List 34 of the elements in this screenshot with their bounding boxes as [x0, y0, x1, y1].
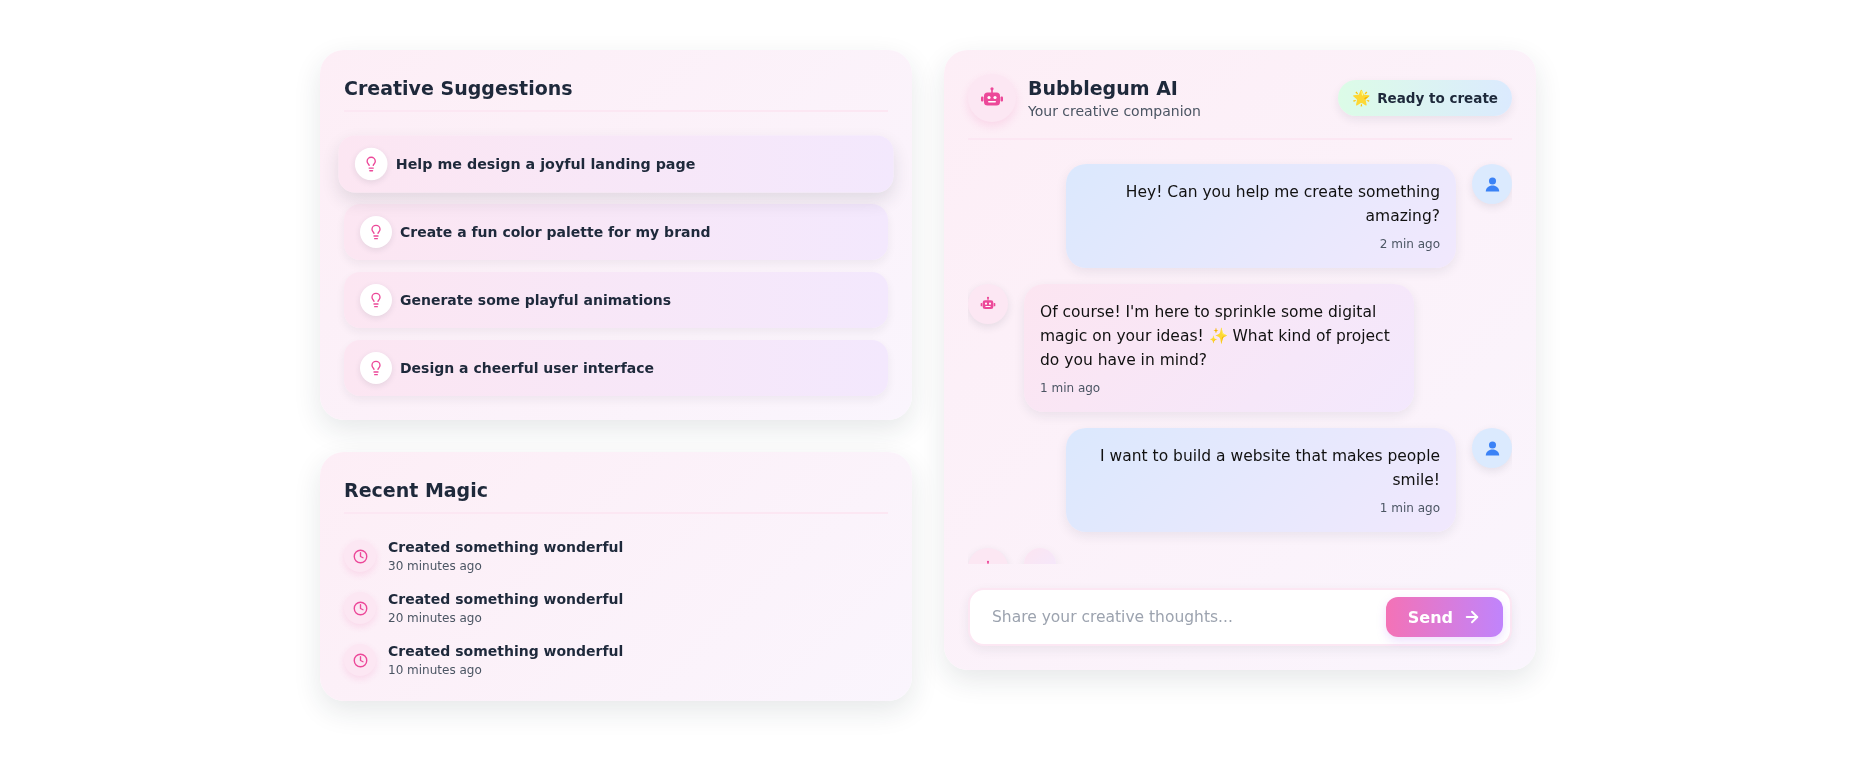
user-icon	[1472, 164, 1512, 204]
chat-subtitle: Your creative companion	[1028, 102, 1201, 121]
message-time: 1 min ago	[1040, 380, 1102, 396]
lightbulb-icon	[354, 147, 388, 181]
message-time: 2 min ago	[1378, 236, 1440, 252]
message-time: 1 min ago	[1378, 500, 1440, 516]
status-label: Ready to create	[1377, 89, 1498, 108]
lightbulb-icon	[360, 284, 392, 316]
message-text: Of course! I'm here to sprinkle some digital magic on your ideas! ✨ What kind of project do you have in mind?	[1040, 302, 1391, 371]
activity-time: 10 minutes ago	[388, 662, 483, 679]
robot-icon	[968, 74, 1016, 122]
activity-title: Created something wonderful	[388, 642, 624, 661]
suggestion-chip[interactable]: Create a fun color palette for my brand	[344, 204, 888, 260]
message-text: Hey! Can you help me create something amazing?	[1124, 182, 1440, 227]
activity-time: 20 minutes ago	[388, 610, 483, 627]
activity-time: 30 minutes ago	[388, 558, 483, 575]
activity-title: Created something wonderful	[388, 538, 624, 557]
lightbulb-icon	[360, 352, 392, 384]
activity-title: Created something wonderful	[388, 590, 624, 609]
user-icon	[1472, 428, 1512, 468]
star-icon: 🌟	[1352, 88, 1372, 108]
message-text: I want to build a website that makes people smile!	[1099, 446, 1440, 491]
suggestion-chip[interactable]: Design a cheerful user interface	[344, 340, 888, 396]
suggestion-chip[interactable]: Generate some playful animations	[344, 272, 888, 328]
panel-title: Recent Magic	[344, 478, 489, 503]
clock-icon	[344, 592, 376, 624]
robot-icon	[968, 284, 1008, 324]
clock-icon	[344, 540, 376, 572]
chat-title: Bubblegum AI	[1028, 76, 1179, 101]
suggestion-chip[interactable]: Help me design a joyful landing page	[338, 135, 894, 193]
lightbulb-icon	[360, 216, 392, 248]
clock-icon	[344, 644, 376, 676]
panel-title: Creative Suggestions	[344, 76, 574, 101]
arrow-icon	[1463, 608, 1481, 626]
